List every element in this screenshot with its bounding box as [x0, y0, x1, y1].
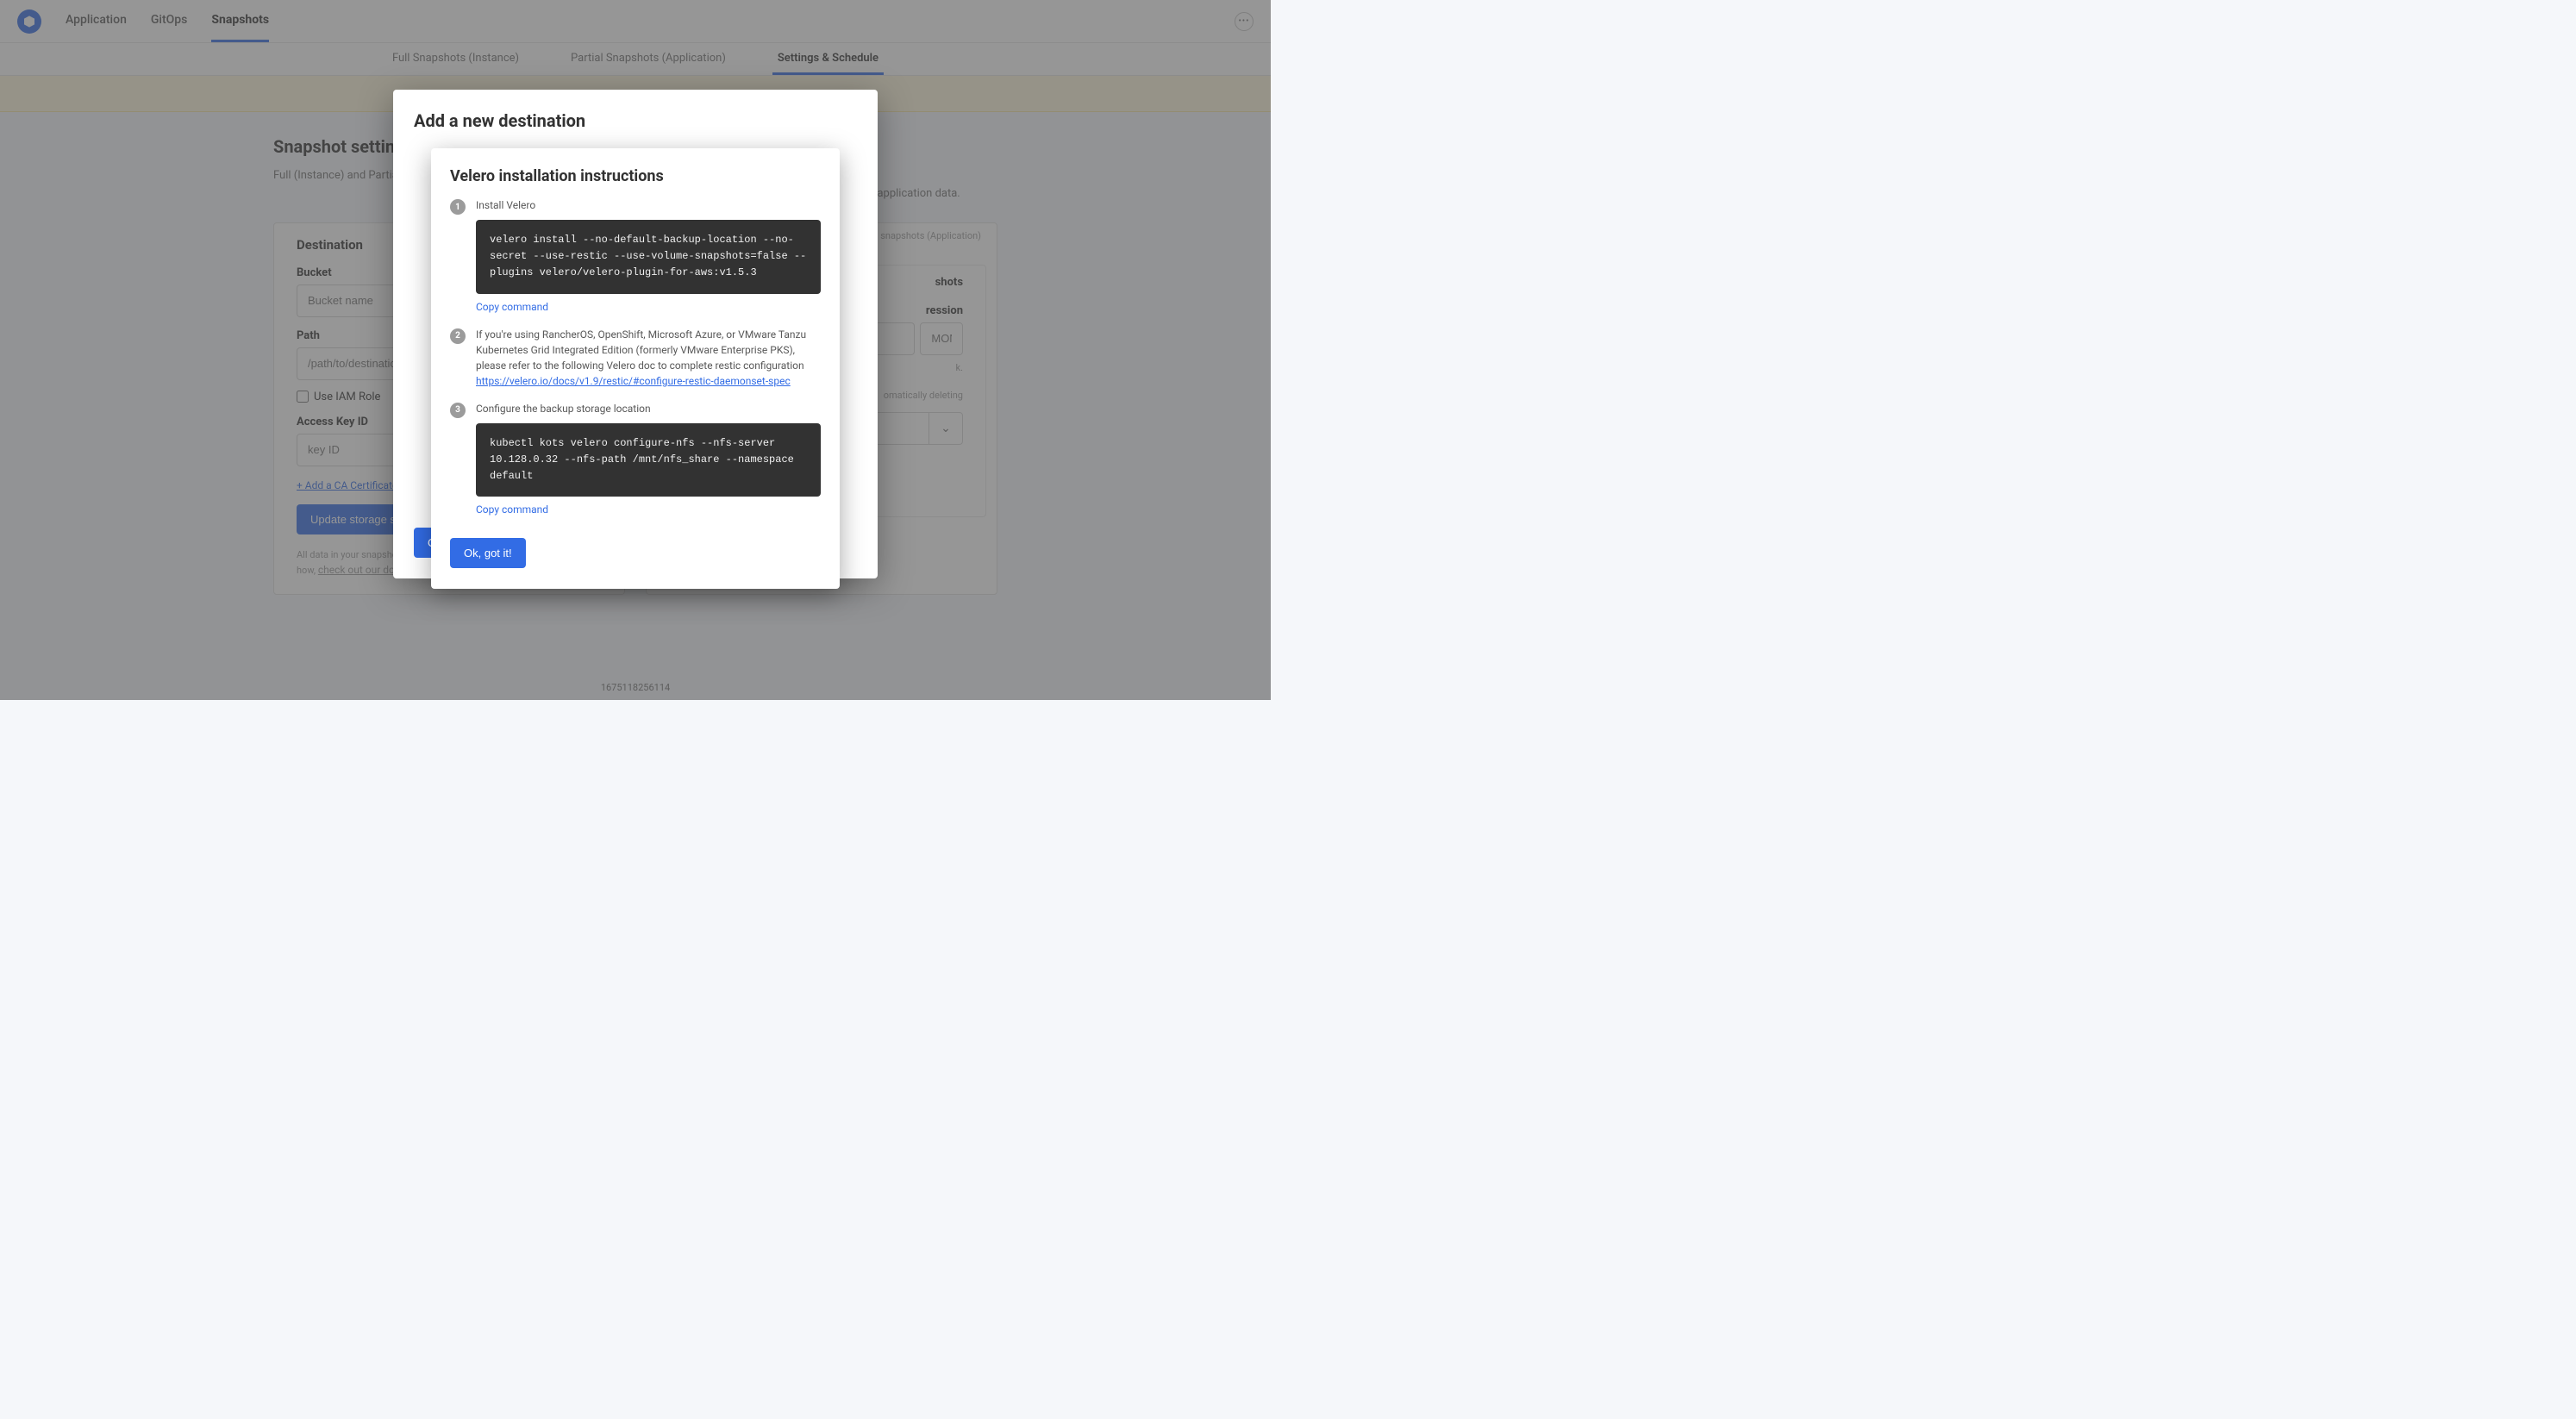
step-2: 2 If you're using RancherOS, OpenShift, …: [450, 327, 821, 389]
step-2-badge: 2: [450, 328, 466, 344]
step-2-text: If you're using RancherOS, OpenShift, Mi…: [476, 328, 806, 372]
step-1-label: Install Velero: [476, 197, 821, 213]
step-1-badge: 1: [450, 199, 466, 215]
step-3: 3 Configure the backup storage location …: [450, 401, 821, 518]
add-destination-title: Add a new destination: [414, 110, 857, 131]
velero-instructions-modal: Velero installation instructions 1 Insta…: [431, 148, 840, 589]
velero-ok-button[interactable]: Ok, got it!: [450, 538, 526, 568]
step-3-code: kubectl kots velero configure-nfs --nfs-…: [476, 423, 821, 497]
step-1-code: velero install --no-default-backup-locat…: [476, 220, 821, 294]
copy-command-1[interactable]: Copy command: [476, 299, 548, 315]
copy-command-2[interactable]: Copy command: [476, 502, 548, 517]
step-3-badge: 3: [450, 403, 466, 418]
velero-doc-link[interactable]: https://velero.io/docs/v1.9/restic/#conf…: [476, 375, 791, 387]
step-1: 1 Install Velero velero install --no-def…: [450, 197, 821, 315]
velero-instructions-title: Velero installation instructions: [450, 167, 821, 185]
step-3-label: Configure the backup storage location: [476, 401, 821, 416]
